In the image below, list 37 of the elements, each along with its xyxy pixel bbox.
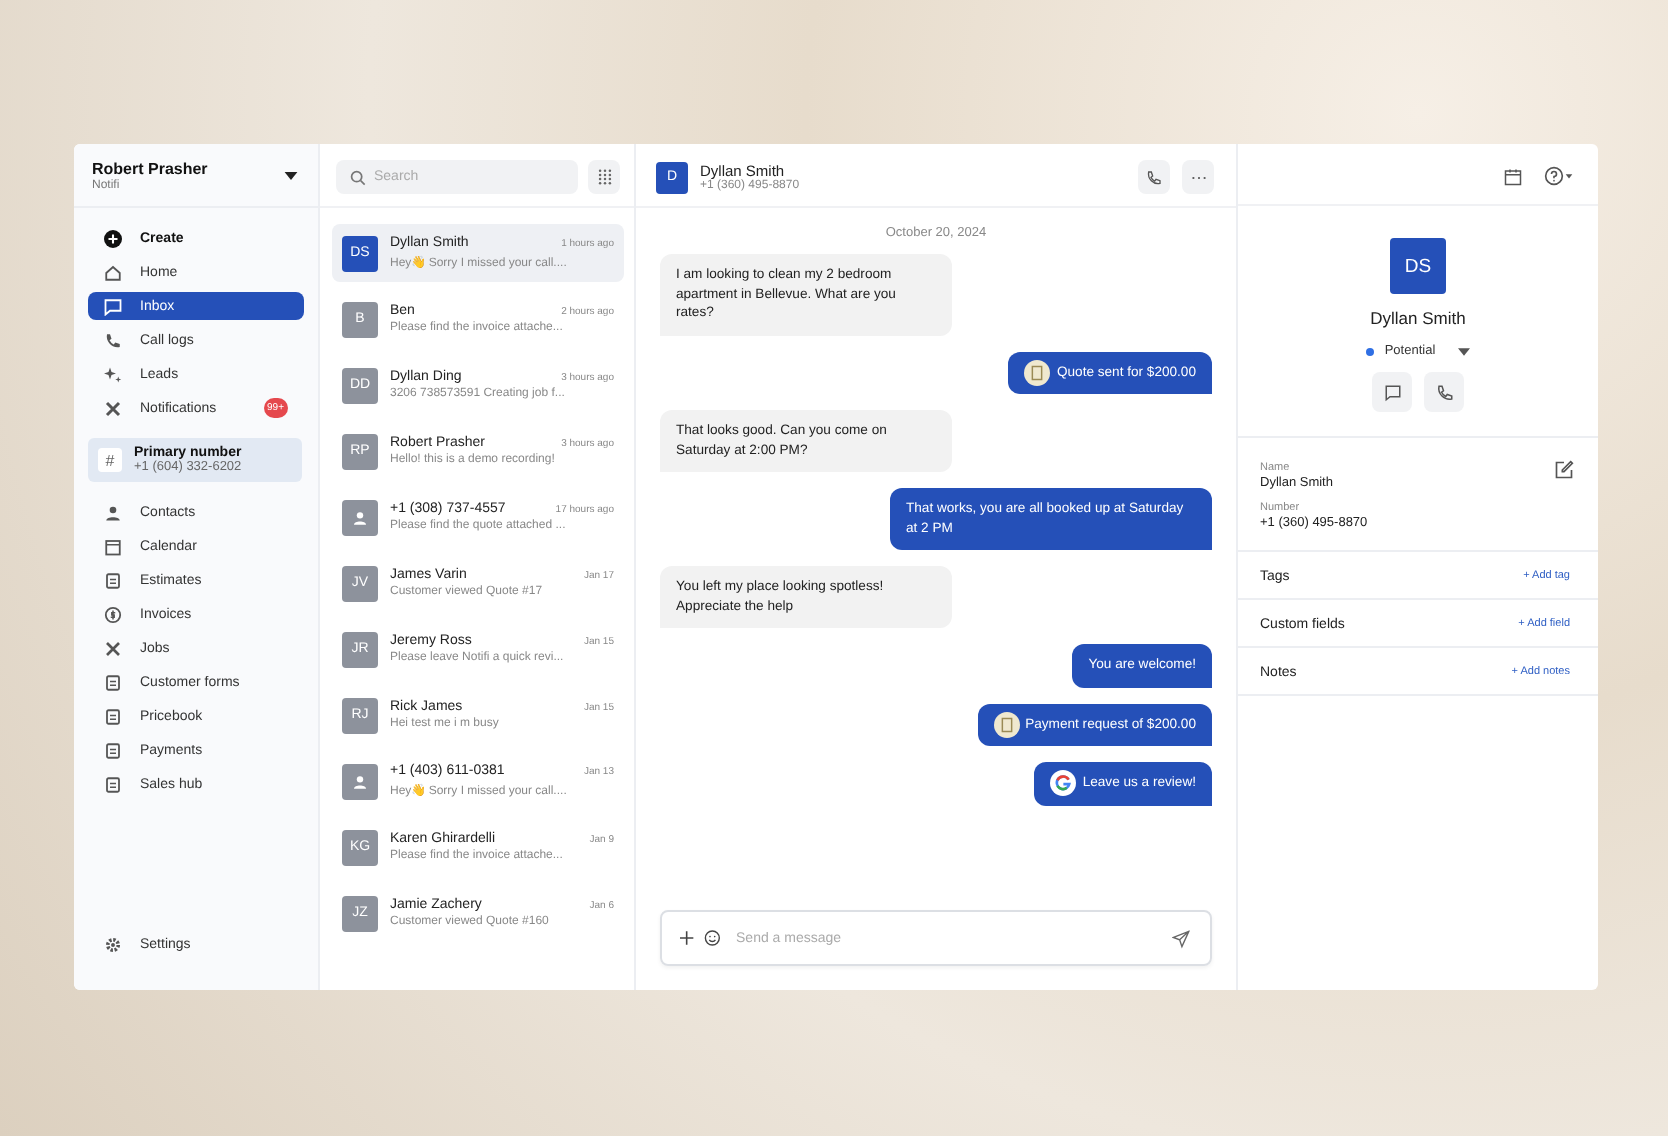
chat-icon [104, 297, 122, 315]
document-icon [104, 571, 122, 589]
dialpad-icon [597, 168, 611, 186]
chat-icon [1383, 383, 1401, 401]
call-button[interactable] [1138, 160, 1170, 194]
document-icon [993, 711, 1020, 738]
search-icon [350, 169, 366, 185]
send-icon[interactable] [1171, 927, 1190, 949]
gear-icon [104, 935, 122, 953]
google-icon [1050, 770, 1077, 797]
hash-icon: # [98, 448, 122, 472]
phone-icon [1146, 169, 1162, 185]
dollar-icon [104, 605, 122, 623]
calendar-icon[interactable] [1504, 167, 1522, 185]
person-icon [104, 503, 122, 521]
plus-circle-icon [104, 229, 122, 247]
calendar-icon [104, 537, 122, 555]
person-icon [352, 509, 368, 525]
avatar: DS [1390, 238, 1446, 294]
message-button[interactable] [1372, 372, 1412, 412]
edit-icon[interactable] [1554, 460, 1574, 480]
caret-icon[interactable] [284, 172, 298, 180]
plus-icon[interactable] [680, 930, 694, 946]
help-icon[interactable] [1544, 166, 1574, 186]
smiley-icon[interactable] [703, 928, 721, 948]
call-button[interactable] [1424, 372, 1464, 412]
house-icon [104, 263, 122, 281]
dialpad-button[interactable] [588, 160, 620, 194]
contact-name: Dyllan Smith [1370, 308, 1466, 328]
phone-icon [104, 331, 122, 349]
cross-icon [104, 399, 122, 417]
account-name: Robert Prasher [92, 160, 208, 178]
person-icon [352, 773, 368, 789]
document-icon [1024, 359, 1051, 386]
phone-icon [1435, 383, 1453, 401]
caret-icon [1457, 347, 1470, 355]
sparkle-icon [104, 365, 122, 383]
